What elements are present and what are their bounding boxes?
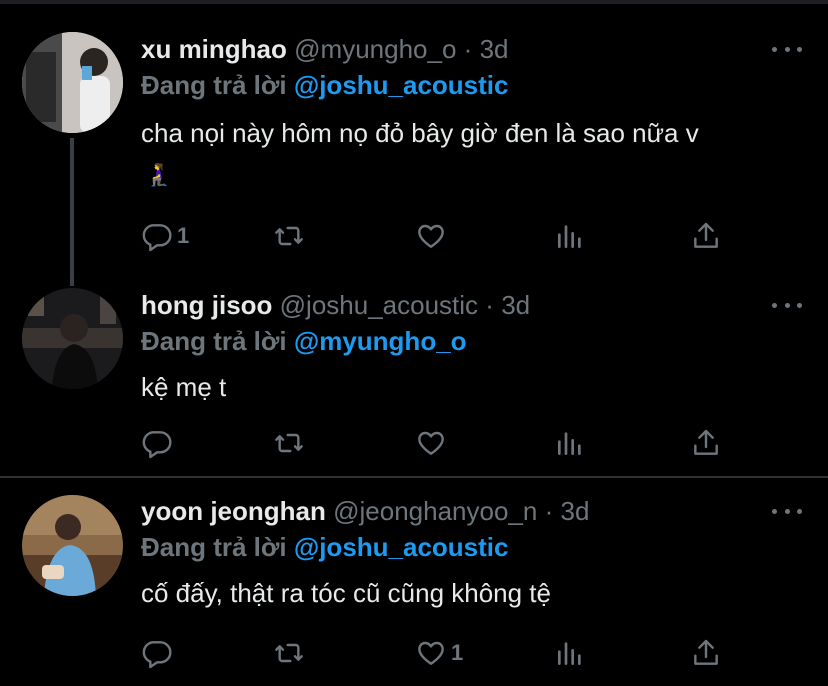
share-icon [694,639,718,665]
tweet-header: hong jisoo @joshu_acoustic · 3d [141,290,530,320]
reply-context: Đang trả lời @myungho_o [141,326,467,356]
user-handle[interactable]: @jeonghanyoo_n [333,496,537,526]
display-name[interactable]: hong jisoo [141,290,272,320]
tweet-text: kệ mẹ t [141,372,227,402]
like-count: 1 [451,640,464,665]
mention-link[interactable]: @joshu_acoustic [294,70,509,100]
analytics-icon [558,225,581,248]
tweet-header: yoon jeonghan @jeonghanyoo_n · 3d [141,496,589,526]
share-icon [694,429,718,455]
views-button[interactable] [554,220,586,252]
reply-button[interactable]: 1 [141,220,189,252]
separator-dot: · [463,34,473,64]
display-name[interactable]: xu minghao [141,34,287,64]
tweet-1[interactable]: xu minghao @myungho_o · 3d Đang trả lời … [0,0,828,286]
tweet-3[interactable]: yoon jeonghan @jeonghanyoo_n · 3d Đang t… [0,478,828,686]
tweet-actions: 1 [141,220,741,252]
timestamp[interactable]: 3d [501,290,530,320]
tweet-actions: 1 [141,637,741,669]
reply-prefix: Đang trả lời [141,532,287,562]
user-handle[interactable]: @joshu_acoustic [280,290,478,320]
timestamp[interactable]: 3d [561,496,590,526]
separator-dot: · [544,496,554,526]
mention-link[interactable]: @myungho_o [294,326,467,356]
tweet-text: cha nọi này hôm nọ đỏ bây giờ đen là sao… [141,118,699,148]
separator-dot: · [485,290,494,320]
retweet-icon [275,226,303,246]
retweet-icon [275,643,303,663]
kneeling-person-emoji: 🧎‍♀️ [145,162,173,187]
heart-icon [418,224,444,248]
retweet-button[interactable] [273,637,305,669]
share-button[interactable] [690,427,722,459]
heart-icon [418,431,444,455]
more-icon[interactable] [772,506,802,516]
avatar[interactable] [22,288,123,389]
like-button[interactable]: 1 [415,637,463,669]
reply-prefix: Đang trả lời [141,326,287,356]
analytics-icon [558,432,581,455]
views-button[interactable] [554,427,586,459]
reply-icon [142,431,172,459]
reply-count: 1 [177,223,190,248]
more-icon[interactable] [772,44,802,54]
reply-button[interactable] [141,637,177,669]
analytics-icon [558,642,581,665]
heart-icon [418,641,444,665]
reply-button[interactable] [141,427,177,459]
avatar[interactable] [22,32,123,133]
thread-line [70,138,74,286]
share-button[interactable] [690,220,722,252]
reply-icon [142,641,172,669]
reply-context: Đang trả lời @joshu_acoustic [141,532,509,562]
share-button[interactable] [690,637,722,669]
like-button[interactable] [415,427,451,459]
tweet-2[interactable]: hong jisoo @joshu_acoustic · 3d Đang trả… [0,276,828,476]
user-handle[interactable]: @myungho_o [294,34,456,64]
display-name[interactable]: yoon jeonghan [141,496,326,526]
timestamp[interactable]: 3d [480,34,509,64]
reply-prefix: Đang trả lời [141,70,287,100]
retweet-button[interactable] [273,220,305,252]
tweet-actions [141,427,741,459]
views-button[interactable] [554,637,586,669]
tweet-header: xu minghao @myungho_o · 3d [141,34,508,64]
mention-link[interactable]: @joshu_acoustic [294,532,509,562]
like-button[interactable] [415,220,451,252]
retweet-icon [275,433,303,453]
tweet-text: cố đấy, thật ra tóc cũ cũng không tệ [141,578,551,608]
share-icon [694,222,718,248]
reply-icon [142,224,172,252]
reply-context: Đang trả lời @joshu_acoustic [141,70,509,100]
more-icon[interactable] [772,300,802,310]
retweet-button[interactable] [273,427,305,459]
avatar[interactable] [22,495,123,596]
